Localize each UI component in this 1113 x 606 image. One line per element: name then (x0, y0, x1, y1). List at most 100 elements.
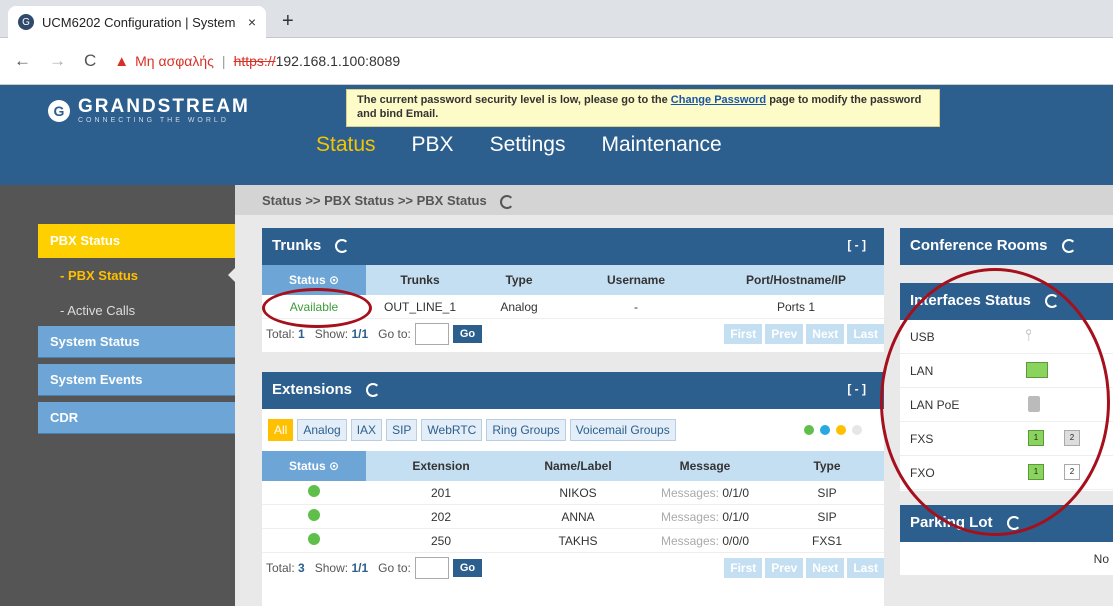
extension-type: SIP (817, 485, 837, 500)
last-page-button[interactable]: Last (847, 324, 884, 344)
parking-header: Parking Lot (900, 505, 1113, 542)
extensions-collapse-button[interactable]: [ - ] (847, 382, 866, 396)
col-type[interactable]: Type (770, 459, 884, 473)
filter-voicemail-groups[interactable]: Voicemail Groups (569, 419, 676, 441)
col-username[interactable]: Username (564, 273, 708, 287)
col-trunks[interactable]: Trunks (366, 273, 474, 287)
parking-panel: Parking Lot No (900, 505, 1113, 575)
go-button[interactable]: Go (452, 559, 483, 577)
logo-mark-icon: G (48, 99, 70, 122)
col-extension[interactable]: Extension (366, 459, 516, 473)
filter-webrtc[interactable]: WebRTC (421, 419, 483, 441)
goto-page-input[interactable] (414, 323, 449, 345)
browser-tab-bar: G UCM6202 Configuration | System × + (0, 0, 1113, 38)
prev-page-button[interactable]: Prev (765, 324, 804, 344)
new-tab-button[interactable]: + (282, 10, 294, 33)
interfaces-panel: Interfaces Status USB ⫯ LAN LAN PoE FXS … (900, 283, 1113, 491)
last-page-button[interactable]: Last (847, 558, 884, 578)
refresh-icon[interactable] (500, 194, 515, 209)
next-page-button[interactable]: Next (806, 324, 845, 344)
prev-page-button[interactable]: Prev (765, 558, 804, 578)
change-password-link[interactable]: Change Password (671, 94, 766, 106)
extension-message: Messages: 0/1/0 (640, 486, 770, 500)
main-nav: Status PBX Settings Maintenance (316, 133, 722, 157)
col-status[interactable]: Status ⊙ (262, 265, 366, 295)
table-row[interactable]: Available OUT_LINE_1 Analog - Ports 1 (262, 295, 884, 319)
nav-maintenance[interactable]: Maintenance (601, 133, 721, 157)
extension-name: ANNA (561, 509, 595, 524)
sidebar-item-pbx-status[interactable]: - PBX Status (60, 268, 138, 283)
extension-status (262, 485, 366, 500)
sidebar-item-active-calls[interactable]: - Active Calls (60, 303, 135, 318)
tab-close-icon[interactable]: × (248, 14, 256, 30)
first-page-button[interactable]: First (724, 324, 763, 344)
col-status[interactable]: Status ⊙ (262, 451, 366, 481)
sidebar-item-system-events[interactable]: System Events (38, 364, 235, 396)
interfaces-refresh-icon[interactable] (1045, 294, 1060, 309)
parking-refresh-icon[interactable] (1006, 516, 1021, 531)
table-row[interactable]: 250 TAKHS Messages: 0/0/0 FXS1 (262, 529, 884, 553)
filter-ring-groups[interactable]: Ring Groups (486, 419, 566, 441)
poe-plug-icon (1028, 396, 1040, 412)
filter-analog[interactable]: Analog (297, 419, 347, 441)
col-name[interactable]: Name/Label (516, 459, 640, 473)
filter-sip[interactable]: SIP (386, 419, 418, 441)
breadcrumb-text: Status >> PBX Status >> PBX Status (262, 193, 487, 208)
nav-status[interactable]: Status (316, 133, 376, 157)
col-port[interactable]: Port/Hostname/IP (708, 273, 884, 287)
extensions-refresh-icon[interactable] (366, 383, 381, 398)
message-count: 0/0/0 (722, 533, 750, 548)
grandstream-logo[interactable]: G GRANDSTREAM CONNECTING THE WORLD (48, 97, 250, 124)
trunks-pager: Total: 1 Show: 1/1 Go to: Go First Prev … (262, 319, 884, 349)
sidebar-item-system-status[interactable]: System Status (38, 326, 235, 358)
fxs-port-1-icon: 1 (1028, 430, 1044, 446)
url-field[interactable]: https://192.168.1.100:8089 (234, 53, 401, 69)
address-bar: ← → C ▲ Μη ασφαλής | https://192.168.1.1… (0, 38, 1113, 85)
logo-tagline: CONNECTING THE WORLD (78, 117, 229, 124)
forward-button[interactable]: → (49, 51, 66, 71)
nav-pbx[interactable]: PBX (412, 133, 454, 157)
status-online-icon (308, 485, 320, 497)
filter-iax[interactable]: IAX (350, 419, 383, 441)
trunks-collapse-button[interactable]: [ - ] (847, 238, 866, 252)
security-warning[interactable]: Μη ασφαλής (135, 53, 214, 69)
interface-fxs: FXS 1 2 (900, 422, 1113, 456)
app-header: G GRANDSTREAM CONNECTING THE WORLD The c… (0, 85, 1113, 185)
trunks-refresh-icon[interactable] (335, 239, 350, 254)
reload-button[interactable]: C (84, 51, 96, 71)
interface-fxo: FXO 1 2 (900, 456, 1113, 490)
extensions-pager: Total: 3 Show: 1/1 Go to: Go First Prev … (262, 553, 884, 583)
col-type[interactable]: Type (474, 273, 564, 287)
nav-settings[interactable]: Settings (490, 133, 566, 157)
warning-icon[interactable]: ▲ (114, 53, 129, 70)
parking-title: Parking Lot (910, 514, 993, 531)
goto-page-input[interactable] (414, 557, 449, 579)
pager-total-label: Total: (266, 561, 295, 575)
extension-name: TAKHS (558, 533, 598, 548)
browser-tab[interactable]: G UCM6202 Configuration | System × (8, 6, 266, 38)
interface-lan-label: LAN (910, 363, 934, 378)
interfaces-header: Interfaces Status (900, 283, 1113, 320)
back-button[interactable]: ← (14, 51, 31, 71)
table-row[interactable]: 201 NIKOS Messages: 0/1/0 SIP (262, 481, 884, 505)
message-count: 0/1/0 (722, 509, 750, 524)
status-online-icon (308, 533, 320, 545)
password-alert: The current password security level is l… (346, 89, 940, 127)
conference-title: Conference Rooms (910, 237, 1048, 254)
sidebar-section-pbx-status[interactable]: PBX Status (38, 224, 235, 258)
next-page-button[interactable]: Next (806, 558, 845, 578)
col-message[interactable]: Message (640, 459, 770, 473)
pager-show: 1/1 (351, 327, 369, 341)
filter-all[interactable]: All (268, 419, 294, 441)
message-label: Messages: (660, 533, 719, 548)
go-button[interactable]: Go (452, 325, 483, 343)
breadcrumb: Status >> PBX Status >> PBX Status (235, 185, 1113, 215)
first-page-button[interactable]: First (724, 558, 763, 578)
conference-refresh-icon[interactable] (1061, 239, 1076, 254)
fxo-port-1-icon: 1 (1028, 464, 1044, 480)
extensions-table-header: Status ⊙ Extension Name/Label Message Ty… (262, 451, 884, 481)
fxo-port-2-icon: 2 (1064, 464, 1080, 480)
interface-lan-poe-label: LAN PoE (910, 397, 960, 412)
table-row[interactable]: 202 ANNA Messages: 0/1/0 SIP (262, 505, 884, 529)
sidebar-item-cdr[interactable]: CDR (38, 402, 235, 434)
